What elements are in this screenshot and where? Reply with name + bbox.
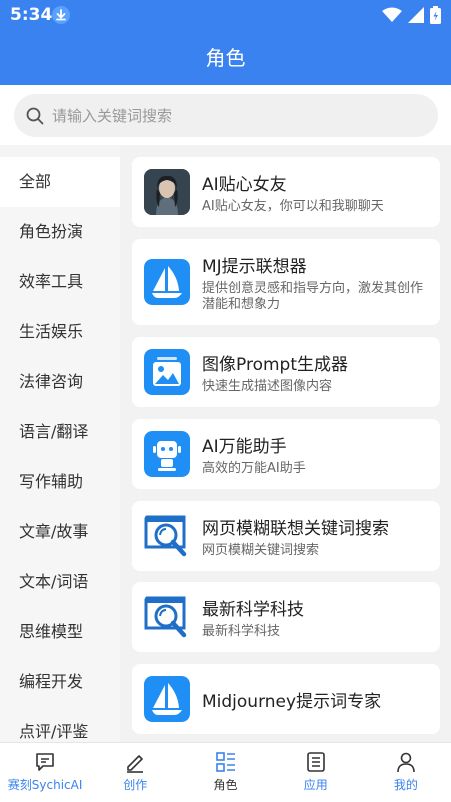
search-icon [26,107,44,124]
search-area [0,85,451,145]
sidebar-item-stories[interactable]: 文章/故事 [0,507,120,557]
sailboat-icon [144,676,190,722]
card-title: AI贴心女友 [202,174,287,195]
nav-item-profile[interactable]: 我的 [361,743,451,802]
nav-item-roles[interactable]: 角色 [180,743,270,802]
sidebar-item-reviews[interactable]: 点评/评鉴 [0,707,120,742]
pen-icon [127,755,144,773]
signal-icon [408,7,424,23]
portrait-avatar-icon [144,169,190,215]
status-icons [382,6,441,24]
grid-list-icon [215,752,235,772]
category-sidebar: 全部 角色扮演 效率工具 生活娱乐 法律咨询 语言/翻译 写作辅助 文章/故事 … [0,157,120,742]
nav-item-sychicai[interactable]: 赛刻SychicAI [0,743,90,802]
sidebar-item-words[interactable]: 文本/词语 [0,557,120,607]
role-card-image-prompt[interactable]: 图像Prompt生成器 快速生成描述图像内容 [132,337,440,407]
card-description: 最新科学科技 [202,623,281,639]
sidebar-item-lifestyle[interactable]: 生活娱乐 [0,307,120,357]
bottom-nav: 赛刻SychicAI 创作 角色 应用 我的 [0,742,451,802]
user-icon [397,752,415,773]
page-title: 角色 [205,46,246,70]
image-gallery-icon [144,349,190,395]
search-input[interactable] [52,106,412,125]
sidebar-item-writing[interactable]: 写作辅助 [0,457,120,507]
card-title: 网页模糊联想关键词搜索 [202,518,389,539]
nav-label: 应用 [303,778,328,792]
role-list: AI贴心女友 AI贴心女友，你可以和我聊聊天 MJ提示联想器 提供创意灵感和指导… [120,145,451,742]
document-list-icon [306,752,325,772]
nav-item-apps[interactable]: 应用 [271,743,361,802]
app-header: 5:34 角色 [0,0,451,85]
search-box[interactable] [14,94,438,137]
sidebar-item-all[interactable]: 全部 [0,157,120,207]
nav-label: 我的 [393,778,418,792]
status-time: 5:34 [10,5,53,25]
sidebar-item-productivity[interactable]: 效率工具 [0,257,120,307]
card-description: 提供创意灵感和指导方向，激发其创作潜能和想象力 [202,280,424,312]
card-title: MJ提示联想器 [202,256,307,277]
web-search-icon [144,513,190,559]
card-description: 高效的万能AI助手 [202,460,306,476]
sidebar-item-thinking[interactable]: 思维模型 [0,607,120,657]
card-title: 最新科学科技 [202,599,304,620]
card-description: 网页模糊关键词搜索 [202,542,320,558]
wifi-icon [382,7,402,22]
download-icon [52,6,70,24]
sidebar-item-translation[interactable]: 语言/翻译 [0,407,120,457]
card-description: AI贴心女友，你可以和我聊聊天 [202,198,384,214]
sailboat-icon [144,259,190,305]
nav-label: 创作 [123,778,148,792]
nav-label: 赛刻SychicAI [7,778,83,792]
role-card-science-tech[interactable]: 最新科学科技 最新科学科技 [132,582,440,652]
status-bar: 5:34 [0,0,451,30]
card-title: 图像Prompt生成器 [202,354,348,375]
role-card-ai-assistant[interactable]: AI万能助手 高效的万能AI助手 [132,419,440,489]
robot-icon [144,431,190,477]
chat-icon [36,753,54,771]
card-title: Midjourney提示词专家 [202,691,382,712]
card-description: 快速生成描述图像内容 [202,378,333,394]
role-card-midjourney-expert[interactable]: Midjourney提示词专家 [132,664,440,734]
card-title: AI万能助手 [202,436,287,457]
role-card-mj-prompt[interactable]: MJ提示联想器 提供创意灵感和指导方向，激发其创作潜能和想象力 [132,239,440,325]
web-search-icon [144,594,190,640]
sidebar-item-programming[interactable]: 编程开发 [0,657,120,707]
battery-icon [430,6,441,24]
role-card-ai-girlfriend[interactable]: AI贴心女友 AI贴心女友，你可以和我聊聊天 [132,157,440,227]
sidebar-item-legal[interactable]: 法律咨询 [0,357,120,407]
nav-item-create[interactable]: 创作 [90,743,180,802]
nav-label: 角色 [213,778,238,792]
role-card-web-search[interactable]: 网页模糊联想关键词搜索 网页模糊关键词搜索 [132,501,440,571]
sidebar-item-role-play[interactable]: 角色扮演 [0,207,120,257]
